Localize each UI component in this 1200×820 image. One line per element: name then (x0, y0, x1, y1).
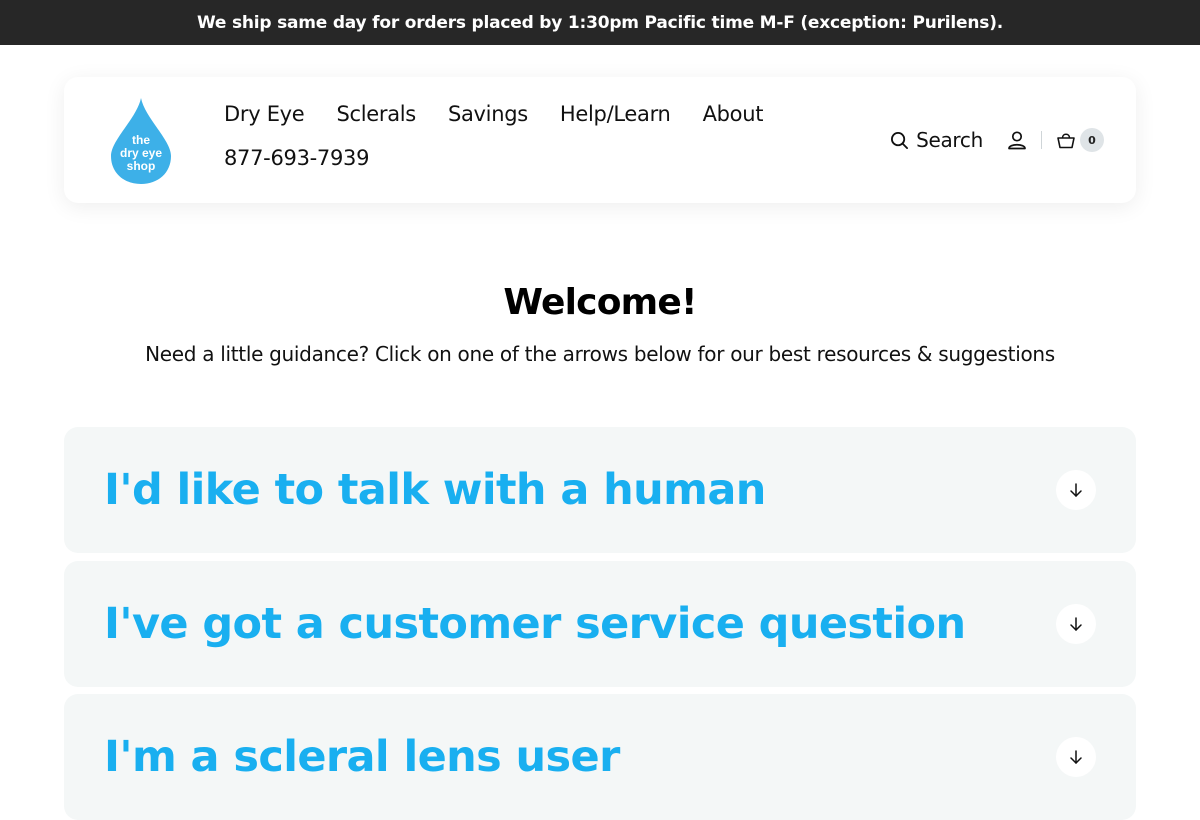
arrow-down-icon (1070, 750, 1082, 764)
droplet-logo-icon: the dry eye shop (111, 98, 171, 184)
expand-button[interactable] (1056, 604, 1096, 644)
logo-text-line-3: shop (127, 159, 156, 173)
arrow-down-icon (1070, 483, 1082, 497)
logo-text-line-1: the (132, 133, 150, 147)
accordion-title[interactable]: I'd like to talk with a human (104, 465, 766, 515)
announcement-text: We ship same day for orders placed by 1:… (196, 12, 1004, 33)
accordion-title[interactable]: I'm a scleral lens user (104, 732, 620, 782)
nav-item-help-learn[interactable]: Help/Learn (560, 99, 671, 129)
accordion-title[interactable]: I've got a customer service question (104, 599, 966, 649)
nav-item-dry-eye[interactable]: Dry Eye (224, 99, 305, 129)
phone-link[interactable]: 877-693-7939 (224, 143, 784, 173)
search-button[interactable]: Search (890, 128, 983, 152)
page-subtitle: Need a little guidance? Click on one of … (145, 342, 1055, 366)
page-title: Welcome! (503, 282, 697, 323)
arrow-down-icon (1070, 617, 1082, 631)
logo-text-line-2: dry eye (120, 146, 162, 160)
nav-item-savings[interactable]: Savings (448, 99, 528, 129)
accordion-item-customer-service[interactable]: I've got a customer service question (64, 561, 1136, 687)
search-icon (891, 131, 909, 149)
nav-item-about[interactable]: About (703, 99, 764, 129)
accordion-item-talk-human[interactable]: I'd like to talk with a human (64, 427, 1136, 553)
main-nav: Dry Eye Sclerals Savings Help/Learn Abou… (224, 99, 784, 173)
expand-button[interactable] (1056, 737, 1096, 777)
logo[interactable]: the dry eye shop (110, 96, 172, 186)
user-icon[interactable] (1007, 130, 1027, 150)
header-tools: Search 0 (890, 125, 1104, 155)
announcement-bar: We ship same day for orders placed by 1:… (0, 0, 1200, 45)
site-header: the dry eye shop Dry Eye Sclerals Saving… (64, 77, 1136, 203)
cart-count-badge[interactable]: 0 (1080, 128, 1104, 152)
accordion-item-scleral-lens[interactable]: I'm a scleral lens user (64, 694, 1136, 820)
divider (1041, 131, 1042, 149)
expand-button[interactable] (1056, 470, 1096, 510)
nav-item-sclerals[interactable]: Sclerals (336, 99, 416, 129)
basket-icon[interactable] (1056, 130, 1076, 150)
search-label: Search (916, 128, 983, 152)
